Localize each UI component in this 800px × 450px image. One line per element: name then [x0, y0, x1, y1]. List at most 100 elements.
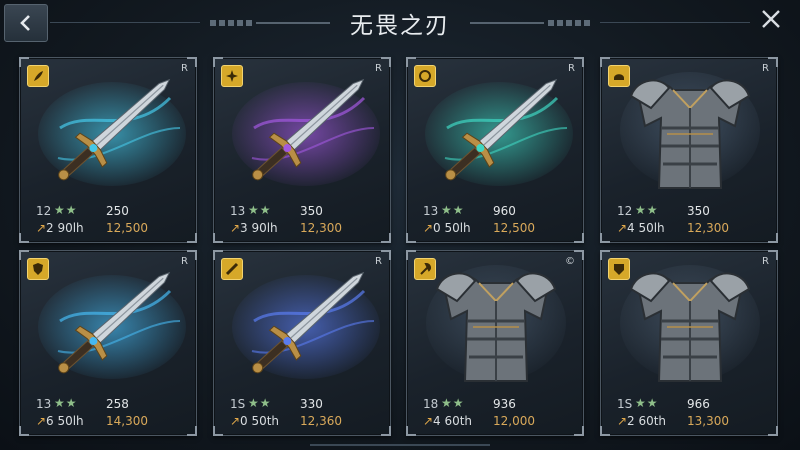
upgrade-arrow-icon: ↗ [423, 221, 434, 235]
item-card[interactable]: R 13 ★★ 960 ↗ 0 50lh 12,500 [406, 57, 584, 243]
header-ornament-right [470, 20, 590, 26]
price-value: 12,300 [300, 221, 342, 235]
close-button[interactable] [758, 6, 784, 32]
item-level: 13 [36, 397, 52, 411]
armor-image [611, 261, 769, 393]
corner-ornament [574, 57, 584, 67]
star-burst-icon [226, 70, 238, 82]
crest-icon [614, 264, 624, 275]
power-value: 330 [300, 397, 323, 411]
item-card[interactable]: R 1S ★★ 966 ↗ 2 60th 13,300 [600, 250, 778, 436]
star-rating: ★★ [441, 396, 465, 410]
upgrade-value: 0 50th [240, 414, 280, 428]
page-title: 无畏之刃 [350, 13, 450, 39]
price-value: 12,500 [493, 221, 535, 235]
rarity-mark: R [375, 63, 382, 74]
sword-image [224, 261, 382, 393]
upgrade-arrow-icon: ↗ [230, 221, 241, 235]
item-card[interactable]: R 13 ★★ 350 ↗ 3 90lh 12,300 [213, 57, 391, 243]
corner-ornament [768, 57, 778, 67]
corner-ornament [187, 57, 197, 67]
item-stats: 1S ★★ 966 ↗ 2 60th 13,300 [617, 396, 767, 433]
corner-ornament [574, 426, 584, 436]
corner-ornament [187, 250, 197, 260]
item-card[interactable]: R 1S ★★ 330 ↗ 0 50th 12,360 [213, 250, 391, 436]
corner-ornament [381, 250, 391, 260]
category-badge [221, 65, 243, 87]
power-value: 350 [687, 204, 710, 218]
scroll-icon [225, 262, 239, 276]
item-level: 13 [423, 204, 439, 218]
item-stats: 18 ★★ 936 ↗ 4 60th 12,000 [423, 396, 573, 433]
price-value: 13,300 [687, 414, 729, 428]
feather-icon [34, 71, 43, 81]
upgrade-value: 2 60th [627, 414, 667, 428]
bottom-divider [310, 444, 490, 446]
item-stats: 13 ★★ 960 ↗ 0 50lh 12,500 [423, 203, 573, 240]
corner-ornament [574, 250, 584, 260]
item-level: 1S [617, 397, 633, 411]
star-rating: ★★ [54, 396, 78, 410]
corner-ornament [768, 233, 778, 243]
power-value: 936 [493, 397, 516, 411]
corner-ornament [768, 250, 778, 260]
upgrade-value: 0 50lh [433, 221, 471, 235]
upgrade-arrow-icon: ↗ [230, 414, 241, 428]
upgrade-value: 3 90lh [240, 221, 278, 235]
item-stats: 13 ★★ 258 ↗ 6 50lh 14,300 [36, 396, 186, 433]
upgrade-arrow-icon: ↗ [36, 414, 47, 428]
sword-image [224, 68, 382, 200]
armor-image [417, 261, 575, 393]
power-value: 960 [493, 204, 516, 218]
sword-image [30, 261, 188, 393]
corner-ornament [381, 233, 391, 243]
item-card[interactable]: R 13 ★★ 258 ↗ 6 50lh 14,300 [19, 250, 197, 436]
upgrade-value: 6 50lh [46, 414, 84, 428]
item-stats: 12 ★★ 350 ↗ 4 50lh 12,300 [617, 203, 767, 240]
star-rating: ★★ [635, 203, 659, 217]
sword-image [30, 68, 188, 200]
star-rating: ★★ [441, 203, 465, 217]
item-card[interactable]: R 12 ★★ 350 ↗ 4 50lh 12,300 [600, 57, 778, 243]
corner-ornament [406, 426, 416, 436]
upgrade-value: 2 90lh [46, 221, 84, 235]
item-stats: 1S ★★ 330 ↗ 0 50th 12,360 [230, 396, 380, 433]
rarity-mark: R [181, 63, 188, 74]
category-badge [608, 65, 630, 87]
category-badge [414, 258, 436, 280]
price-value: 12,000 [493, 414, 535, 428]
item-level: 12 [617, 204, 633, 218]
corner-ornament [213, 426, 223, 436]
item-card[interactable]: © 18 ★★ 936 ↗ 4 60th 12,000 [406, 250, 584, 436]
star-rating: ★★ [248, 203, 272, 217]
item-level: 13 [230, 204, 246, 218]
upgrade-value: 4 60th [433, 414, 473, 428]
rarity-mark: R [375, 256, 382, 267]
corner-ornament [600, 233, 610, 243]
upgrade-arrow-icon: ↗ [36, 221, 47, 235]
item-stats: 13 ★★ 350 ↗ 3 90lh 12,300 [230, 203, 380, 240]
upgrade-value: 4 50lh [627, 221, 665, 235]
item-stats: 12 ★★ 250 ↗ 2 90lh 12,500 [36, 203, 186, 240]
rarity-mark: R [181, 256, 188, 267]
corner-ornament [406, 233, 416, 243]
item-card[interactable]: R 12 ★★ 250 ↗ 2 90lh 12,500 [19, 57, 197, 243]
header-divider-right [600, 22, 750, 23]
category-badge [414, 65, 436, 87]
upgrade-arrow-icon: ↗ [617, 414, 628, 428]
item-level: 18 [423, 397, 439, 411]
rarity-mark: © [565, 256, 575, 267]
category-badge [608, 258, 630, 280]
category-badge [221, 258, 243, 280]
upgrade-arrow-icon: ↗ [617, 221, 628, 235]
corner-ornament [381, 57, 391, 67]
power-value: 966 [687, 397, 710, 411]
star-rating: ★★ [635, 396, 659, 410]
top-bar: 无畏之刃 [0, 0, 800, 44]
ring-icon [419, 70, 431, 82]
price-value: 12,300 [687, 221, 729, 235]
close-icon [762, 10, 780, 28]
power-value: 250 [106, 204, 129, 218]
rarity-mark: R [762, 256, 769, 267]
power-value: 258 [106, 397, 129, 411]
